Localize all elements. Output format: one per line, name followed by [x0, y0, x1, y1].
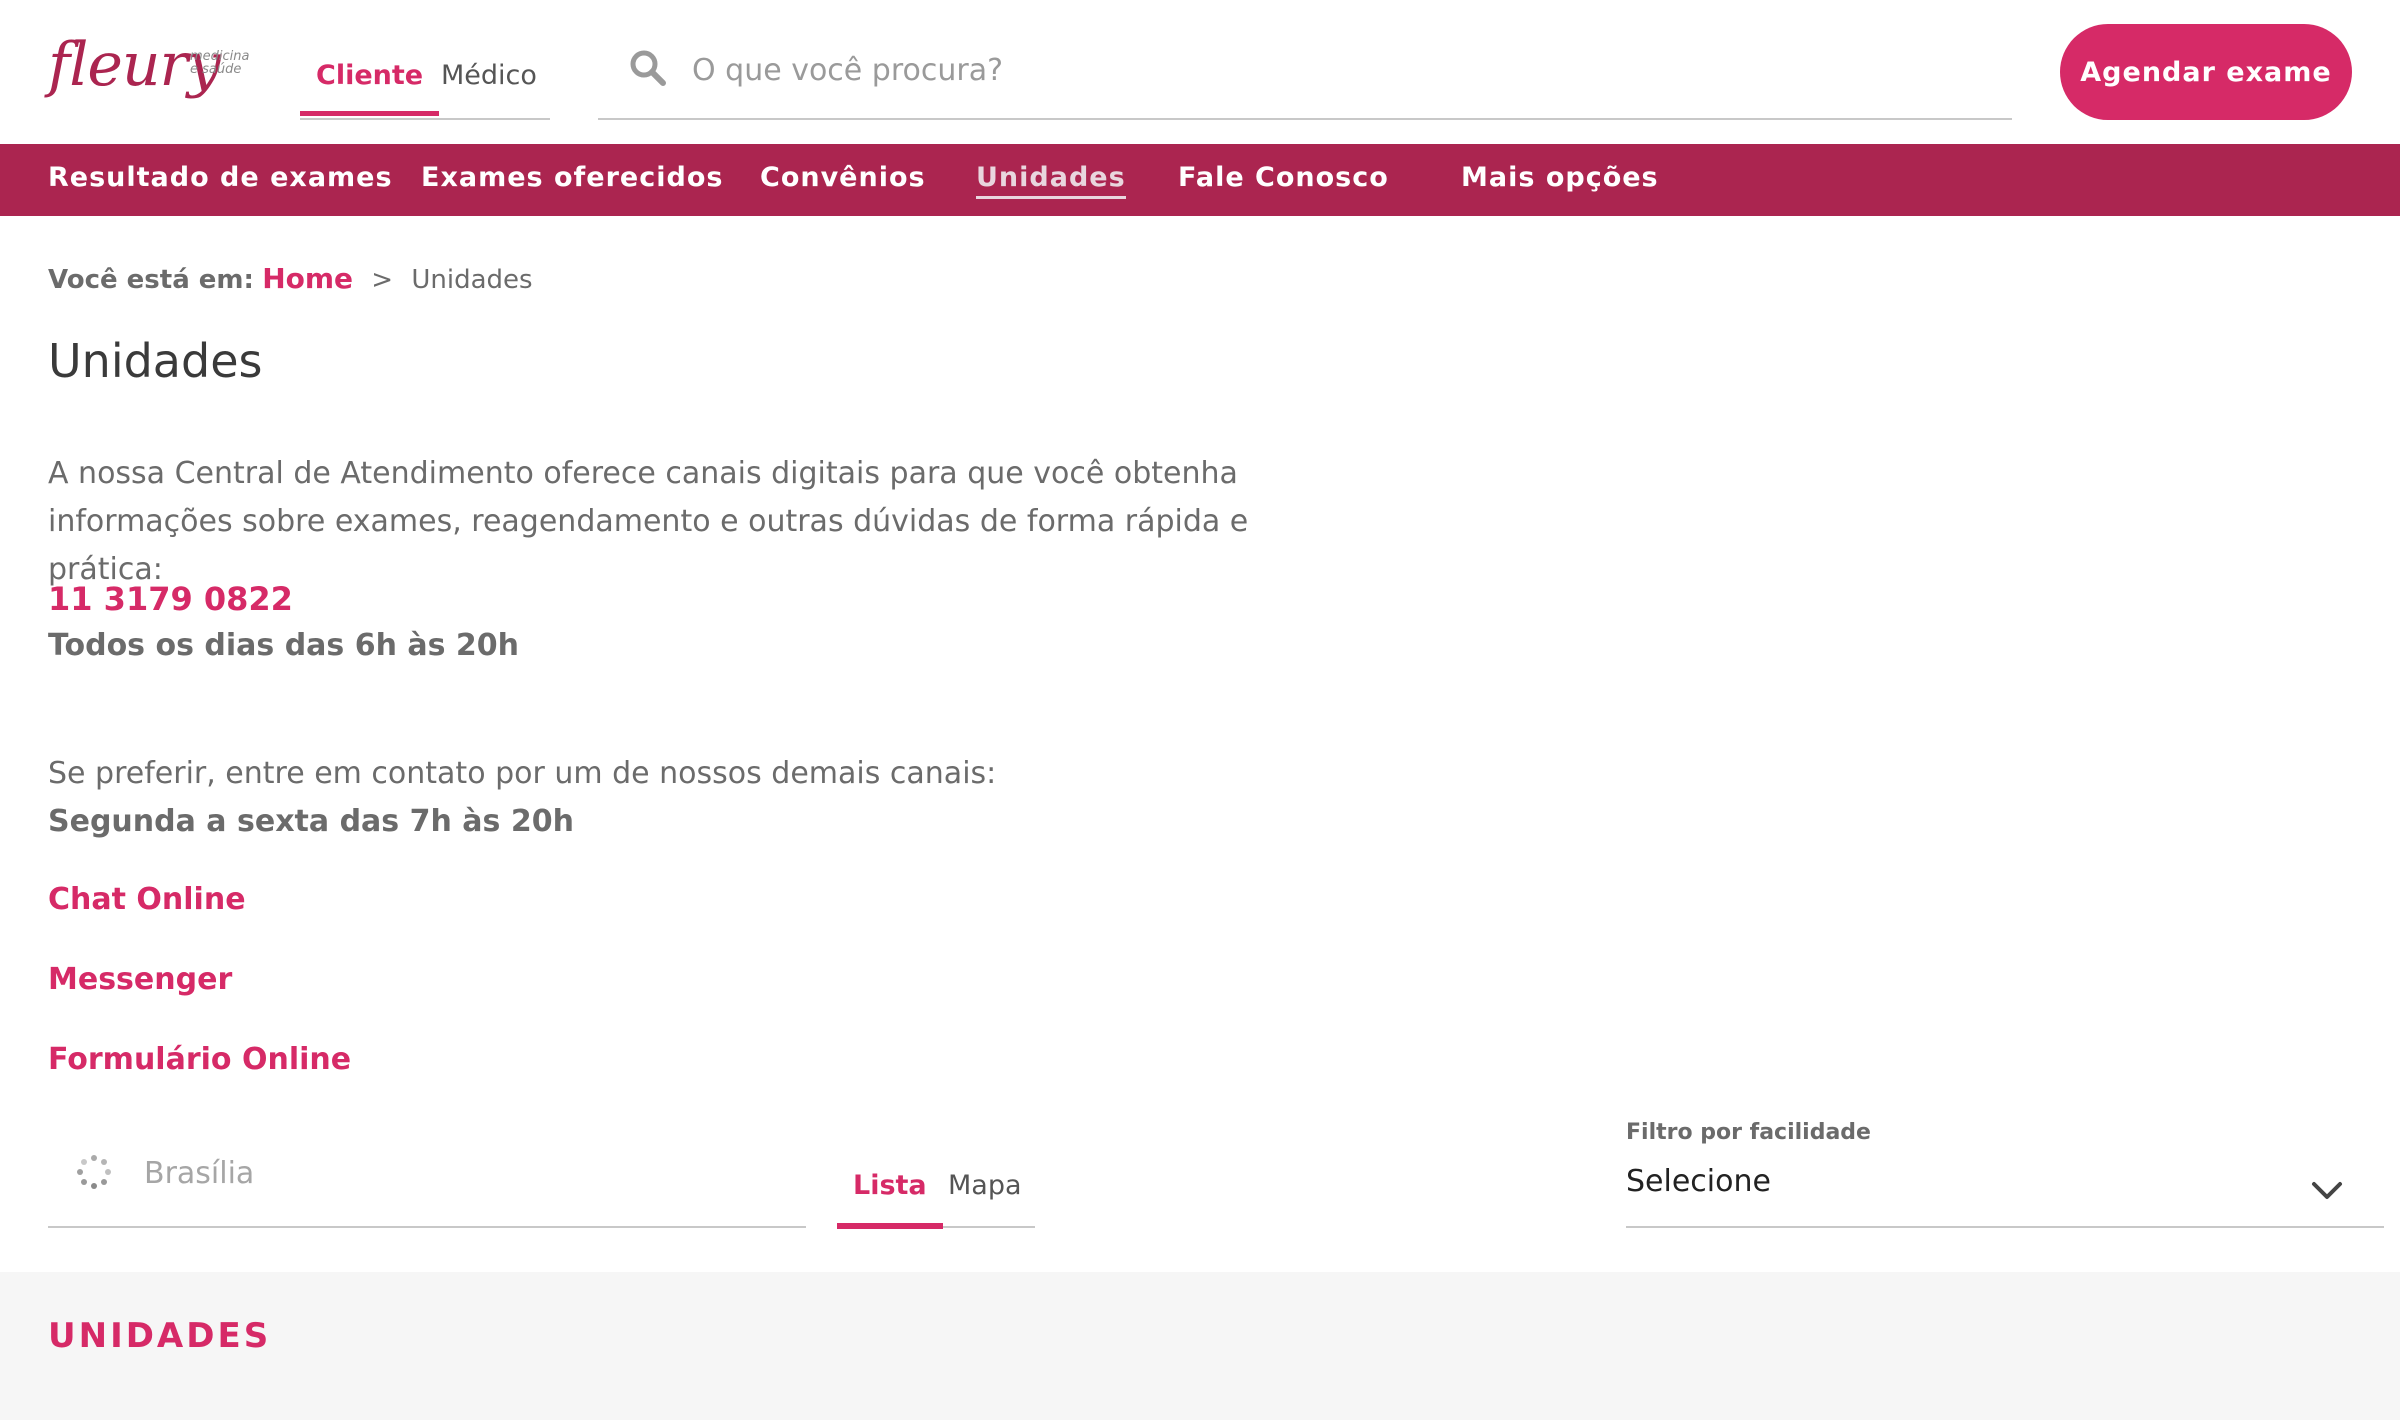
facility-filter[interactable]: Filtro por facilidade Selecione [1626, 1114, 2384, 1228]
agendar-exame-button[interactable]: Agendar exame [2060, 24, 2352, 120]
search-box [598, 36, 2012, 120]
breadcrumb-home-link[interactable]: Home [262, 262, 353, 295]
nav-item-mais-opcoes[interactable]: Mais opções [1461, 162, 1659, 193]
location-field [48, 1118, 806, 1228]
chat-online-link[interactable]: Chat Online [48, 882, 246, 917]
facility-select[interactable]: Selecione [1626, 1164, 1771, 1199]
phone-hours: Todos os dias das 6h às 20h [48, 628, 520, 663]
logo-tagline: medicina e saúde [190, 49, 250, 77]
chevron-down-icon[interactable] [2310, 1178, 2344, 1202]
nav-item-resultado-de-exames[interactable]: Resultado de exames [48, 162, 393, 193]
units-section: UNIDADES [0, 1272, 2400, 1420]
search-input[interactable] [692, 42, 1972, 98]
nav-item-fale-conosco[interactable]: Fale Conosco [1178, 162, 1389, 193]
site-header: fleury medicina e saúde Cliente Médico A… [0, 0, 2400, 144]
location-input[interactable] [144, 1148, 764, 1198]
audience-tabs: Cliente Médico [299, 40, 550, 120]
nav-item-convenios[interactable]: Convênios [760, 162, 926, 193]
fleury-logo[interactable]: fleury medicina e saúde [48, 28, 258, 108]
units-heading: UNIDADES [48, 1316, 272, 1356]
page-title: Unidades [48, 334, 263, 388]
spinner-icon [76, 1154, 112, 1190]
tab-cliente[interactable]: Cliente [299, 60, 440, 116]
tab-lista[interactable]: Lista [837, 1170, 943, 1229]
nav-item-unidades[interactable]: Unidades [976, 162, 1126, 199]
view-tabs: Lista Mapa [837, 1130, 1035, 1229]
formulario-online-link[interactable]: Formulário Online [48, 1042, 351, 1077]
phone-link[interactable]: 11 3179 0822 [48, 580, 293, 618]
breadcrumb-current: Unidades [411, 265, 533, 295]
facility-filter-label: Filtro por facilidade [1626, 1120, 1871, 1145]
breadcrumb-prefix: Você está em: [48, 265, 254, 295]
main-nav: Resultado de exames Exames oferecidos Co… [0, 144, 2400, 216]
breadcrumb-separator: > [371, 265, 394, 295]
nav-item-exames-oferecidos[interactable]: Exames oferecidos [421, 162, 723, 193]
intro-text: A nossa Central de Atendimento oferece c… [48, 456, 1249, 587]
other-channels-text: Se preferir, entre em contato por um de … [48, 756, 997, 791]
tab-medico[interactable]: Médico [441, 60, 537, 91]
other-channels-hours: Segunda a sexta das 7h às 20h [48, 804, 574, 839]
search-icon[interactable] [628, 48, 668, 88]
breadcrumb: Você está em: Home > Unidades [48, 262, 533, 295]
messenger-link[interactable]: Messenger [48, 962, 232, 997]
tab-mapa[interactable]: Mapa [948, 1170, 1022, 1201]
